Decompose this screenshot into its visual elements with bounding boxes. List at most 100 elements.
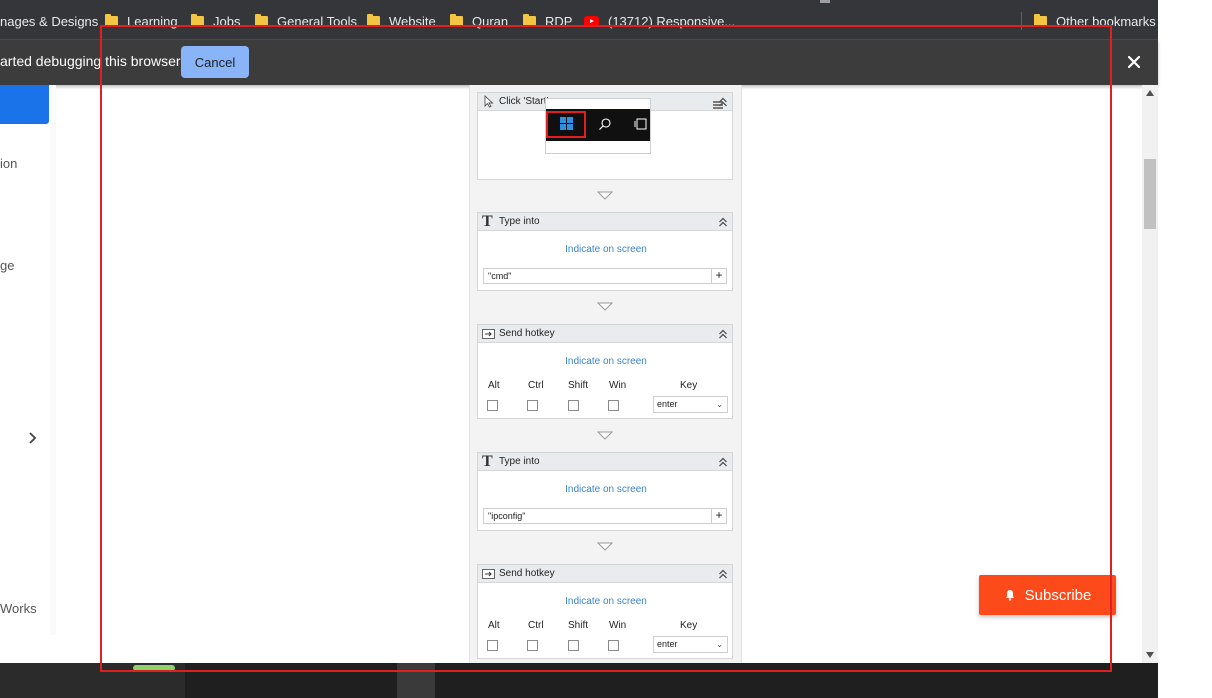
bookmark-images-designs[interactable]: nages & Designs <box>0 12 98 30</box>
alt-checkbox[interactable] <box>487 640 498 651</box>
chevron-down-icon: ⌄ <box>716 400 723 409</box>
target-screenshot <box>545 98 651 154</box>
bookmark-label: Website <box>389 13 436 29</box>
key-dropdown[interactable]: enter ⌄ <box>653 396 728 413</box>
close-icon[interactable] <box>1124 52 1144 72</box>
flow-arrow-icon <box>597 302 613 311</box>
click-start-activity[interactable]: Click 'Start' <box>477 92 733 180</box>
shift-label: Shift <box>568 620 589 631</box>
task-view-icon <box>634 118 647 130</box>
cancel-button[interactable]: Cancel <box>181 46 249 78</box>
folder-icon <box>523 13 536 27</box>
activity-header: T Type into <box>478 453 732 471</box>
type-into-activity[interactable]: T Type into Indicate on screen "cmd" + <box>477 212 733 291</box>
bookmark-label: RDP <box>545 13 573 29</box>
collapse-icon[interactable] <box>718 328 728 340</box>
shift-checkbox[interactable] <box>568 400 579 411</box>
key-dropdown[interactable]: enter ⌄ <box>653 636 728 653</box>
cursor-icon <box>484 95 494 108</box>
debugging-message: arted debugging this browser <box>0 53 181 69</box>
flow-arrow-icon <box>597 191 613 200</box>
ctrl-checkbox[interactable] <box>527 400 538 411</box>
add-variable-button[interactable]: + <box>712 508 727 524</box>
win-checkbox[interactable] <box>608 640 619 651</box>
sidebar-active-item[interactable] <box>0 85 49 124</box>
bookmark-website[interactable]: Website <box>367 12 436 30</box>
send-hotkey-activity[interactable]: Send hotkey Indicate on screen Alt Ctrl … <box>477 324 733 419</box>
folder-icon <box>255 13 268 27</box>
bookmark-other[interactable]: Other bookmarks <box>1034 12 1156 30</box>
key-value: enter <box>657 639 678 649</box>
collapse-icon[interactable] <box>718 456 728 468</box>
bookmark-learning[interactable]: Learning <box>105 12 178 30</box>
text-input-field[interactable]: "ipconfig" <box>483 508 712 524</box>
sidebar-item-label[interactable]: ion <box>0 156 17 171</box>
add-variable-button[interactable]: + <box>712 268 727 284</box>
type-into-activity[interactable]: T Type into Indicate on screen "ipconfig… <box>477 452 733 531</box>
alt-label: Alt <box>488 380 500 391</box>
type-icon: T <box>482 453 493 470</box>
folder-icon <box>450 13 463 27</box>
bookmark-quran[interactable]: Quran <box>450 12 508 30</box>
bookmark-jobs[interactable]: Jobs <box>191 12 240 30</box>
indicate-on-screen-link[interactable]: Indicate on screen <box>478 484 734 495</box>
vertical-scrollbar[interactable] <box>1142 85 1158 663</box>
bookmark-general-tools[interactable]: General Tools <box>255 12 357 30</box>
hotkey-icon <box>482 329 495 339</box>
debugging-infobar: arted debugging this browser Cancel <box>0 40 1158 85</box>
shift-checkbox[interactable] <box>568 640 579 651</box>
ctrl-checkbox[interactable] <box>527 640 538 651</box>
win-label: Win <box>609 380 627 391</box>
folder-icon <box>367 13 380 27</box>
bookmark-label: nages & Designs <box>0 13 99 29</box>
os-taskbar <box>0 663 1158 698</box>
scroll-down-icon[interactable] <box>1146 652 1154 658</box>
sidebar-item-label[interactable]: ge <box>0 258 14 273</box>
scroll-up-icon[interactable] <box>1146 90 1154 96</box>
ctrl-label: Ctrl <box>528 380 544 391</box>
youtube-icon <box>584 15 599 27</box>
bookmark-label: Jobs <box>213 13 241 29</box>
ctrl-label: Ctrl <box>528 620 544 631</box>
chevron-right-icon[interactable] <box>28 430 38 446</box>
bookmark-rdp[interactable]: RDP <box>523 12 572 30</box>
send-hotkey-activity[interactable]: Send hotkey Indicate on screen Alt Ctrl … <box>477 564 733 659</box>
collapse-icon[interactable] <box>718 568 728 580</box>
sidebar-item-label[interactable]: Works <box>0 601 37 616</box>
scrollbar-thumb[interactable] <box>1144 159 1156 229</box>
bookmark-label: Learning <box>127 13 178 29</box>
right-gutter <box>1158 0 1212 698</box>
key-label: Key <box>680 380 698 391</box>
folder-icon <box>105 13 118 27</box>
text-input-field[interactable]: "cmd" <box>483 268 712 284</box>
bookmark-responsive[interactable]: (13712) Responsive... <box>584 12 735 30</box>
taskbar-segment[interactable] <box>397 663 435 698</box>
activity-title: Click 'Start' <box>499 96 549 107</box>
activity-title: Send hotkey <box>499 568 555 579</box>
alt-checkbox[interactable] <box>487 400 498 411</box>
taskbar-preview <box>546 109 650 141</box>
bookmark-label: General Tools <box>277 13 357 29</box>
menu-icon[interactable] <box>711 98 725 112</box>
folder-icon <box>191 13 204 27</box>
subscribe-button[interactable]: Subscribe <box>979 575 1116 615</box>
bookmarks-divider <box>1021 12 1022 30</box>
collapse-icon[interactable] <box>718 216 728 228</box>
indicate-on-screen-link[interactable]: Indicate on screen <box>478 244 734 255</box>
key-label: Key <box>680 620 698 631</box>
bell-icon <box>1005 590 1014 601</box>
indicate-on-screen-link[interactable]: Indicate on screen <box>478 596 734 607</box>
shift-label: Shift <box>568 380 589 391</box>
activity-header: Send hotkey <box>478 565 732 583</box>
key-value: enter <box>657 399 678 409</box>
sidebar-edge <box>50 85 56 635</box>
bookmark-label: (13712) Responsive... <box>608 13 736 29</box>
windows-icon <box>560 117 573 130</box>
indicate-on-screen-link[interactable]: Indicate on screen <box>478 356 734 367</box>
hotkey-icon <box>482 569 495 579</box>
taskbar-app-icon[interactable] <box>133 665 175 671</box>
activity-header: T Type into <box>478 213 732 231</box>
flow-arrow-icon <box>597 542 613 551</box>
subscribe-label: Subscribe <box>1024 586 1092 604</box>
win-checkbox[interactable] <box>608 400 619 411</box>
